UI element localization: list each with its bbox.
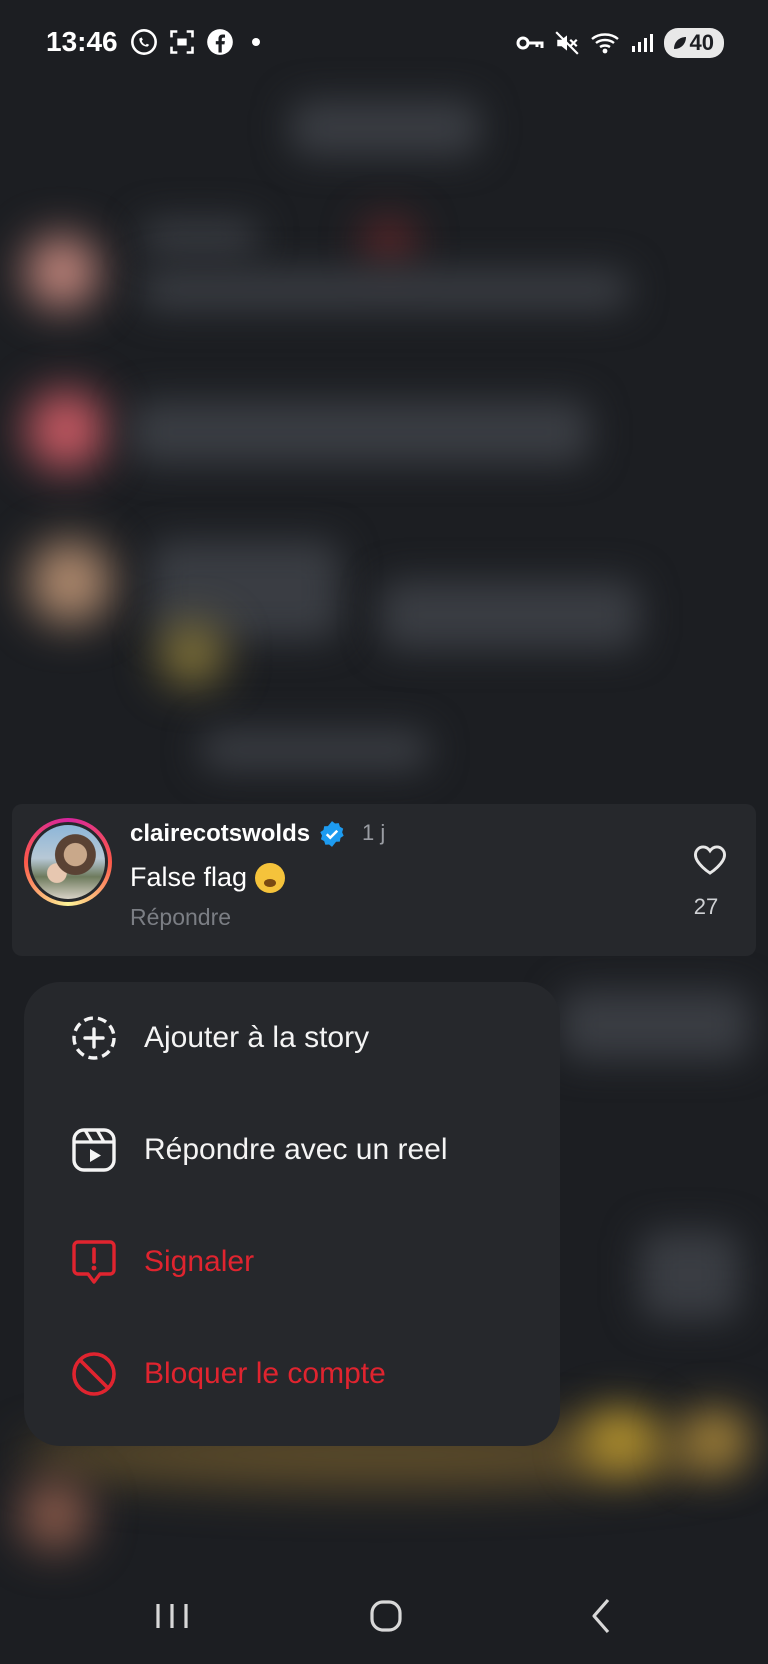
battery-level: 40: [689, 30, 714, 55]
battery-saver-leaf-icon: [673, 37, 686, 49]
vpn-key-icon: [516, 36, 544, 50]
menu-item-add-to-story[interactable]: Ajouter à la story: [24, 982, 560, 1094]
menu-item-reply-with-reel[interactable]: Répondre avec un reel: [24, 1094, 560, 1206]
signal-icon: [631, 34, 653, 52]
whatsapp-icon: [131, 29, 157, 55]
screenshot-icon: [170, 30, 194, 54]
recent-apps-icon[interactable]: [146, 1592, 198, 1640]
menu-item-label: Signaler: [144, 1245, 255, 1278]
heart-icon[interactable]: [692, 844, 728, 876]
menu-item-label: Bloquer le compte: [144, 1357, 386, 1390]
status-bar: 13:46 40: [0, 0, 768, 92]
reply-button[interactable]: Répondre: [130, 904, 231, 931]
mute-icon: [554, 31, 579, 55]
yawning-face-emoji: [255, 862, 286, 893]
home-icon[interactable]: [360, 1592, 412, 1640]
menu-item-label: Répondre avec un reel: [144, 1133, 448, 1166]
status-left-icons: [130, 28, 260, 56]
status-time: 13:46: [46, 26, 118, 57]
reel-icon: [72, 1128, 116, 1172]
add-story-icon: [72, 1016, 116, 1060]
status-right-icons: 40: [516, 28, 724, 58]
battery-icon: 40: [663, 28, 724, 58]
comment-card[interactable]: clairecotswolds 1 j False flag Répondre …: [12, 804, 756, 956]
comment-time: 1 j: [362, 820, 386, 845]
block-icon: [72, 1352, 116, 1396]
comment-text-row: False flag: [130, 862, 286, 893]
comment-options-menu: Ajouter à la story Répondre avec un reel…: [24, 982, 560, 1446]
menu-item-block-account[interactable]: Bloquer le compte: [24, 1318, 560, 1430]
system-navigation-bar: [0, 1570, 768, 1664]
avatar[interactable]: [24, 818, 112, 906]
comment-username[interactable]: clairecotswolds: [130, 820, 310, 848]
comment-text: False flag: [130, 862, 248, 892]
back-icon[interactable]: [576, 1592, 628, 1640]
verified-badge-icon: [320, 821, 344, 847]
like-count: 27: [693, 894, 719, 919]
wifi-icon: [590, 33, 619, 54]
facebook-icon: [207, 29, 233, 55]
menu-item-label: Ajouter à la story: [144, 1021, 370, 1054]
notification-dot: [252, 38, 260, 46]
avatar-photo: [31, 825, 105, 899]
report-icon: [72, 1240, 116, 1284]
menu-item-report[interactable]: Signaler: [24, 1206, 560, 1318]
